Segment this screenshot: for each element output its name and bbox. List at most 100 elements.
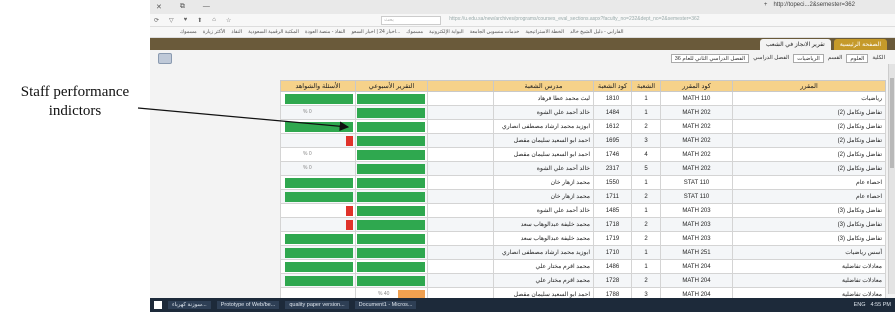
teacher-cell: محمد ازهار خان: [493, 175, 594, 190]
table-row[interactable]: % 0 احمد ابو السعيد سليمان مقصل 1746 4 MATH …: [280, 147, 886, 162]
spacer-cell: [427, 259, 494, 274]
taskbar: سوزنة كهرباء... Prototype of Web/be... qua…: [150, 298, 895, 312]
performance-grid: الأسئلة والشواهد التقرير الأسبوعي مدرس ا…: [280, 80, 886, 302]
col-section[interactable]: الشعبة: [631, 80, 661, 92]
col-section-code[interactable]: كود الشعبة: [593, 80, 632, 92]
weekly-cell: [355, 119, 428, 134]
spacer-cell: [427, 217, 494, 232]
bookmark-item[interactable]: خدمات منسوبي الجامعة: [470, 29, 520, 35]
taskbar-item[interactable]: Document1 - Micros...: [354, 301, 417, 309]
evidence-cell-bar: [285, 262, 353, 272]
table-row[interactable]: % 0 خالد أحمد علي الشوة 1484 1 MATH 202 تفاضل…: [280, 105, 886, 120]
course-code-cell: MATH 251: [660, 245, 733, 260]
window-button[interactable]: ✕: [156, 3, 162, 11]
teacher-cell: احمد ابو السعيد سليمان مقصل: [493, 133, 594, 148]
filter-select[interactable]: العلوم: [846, 53, 869, 63]
filter-select[interactable]: الفصل الدراسي الثاني للعام 36: [670, 53, 750, 63]
window-button[interactable]: ⧉: [180, 3, 185, 11]
teacher-cell: احمد ابو السعيد سليمان مقصل: [493, 147, 594, 162]
section-code-cell: 1550: [593, 175, 632, 190]
bookmark-item[interactable]: الأكثر زيارة: [203, 29, 226, 35]
course-code-cell: MATH 203: [660, 231, 733, 246]
section-cell: 2: [631, 119, 661, 134]
table-row[interactable]: محمد اقرم مختار علي 1486 1 MATH 204 معادلات …: [280, 259, 886, 274]
col-course[interactable]: المقرر: [732, 80, 886, 92]
table-row[interactable]: احمد ابو السعيد سليمان مقصل 1695 3 MATH 202…: [280, 133, 886, 148]
section-cell: 2: [631, 231, 661, 246]
scrollbar-thumb[interactable]: [890, 78, 894, 168]
bookmark-item[interactable]: النفاذ: [231, 29, 242, 35]
teacher-cell: محمد اقرم مختار علي: [493, 259, 594, 274]
weekly-cell: [355, 133, 428, 148]
tab-title[interactable]: http://topeci...2&semester=362: [773, 2, 855, 8]
clock[interactable]: 4:55 PM: [871, 302, 891, 308]
table-row[interactable]: محمد اقرم مختار علي 1728 2 MATH 204 معادلات …: [280, 273, 886, 288]
weekly-cell: [355, 245, 428, 260]
col-evidence[interactable]: الأسئلة والشواهد: [280, 80, 356, 92]
table-row[interactable]: محمد خليفة عبدالوهاب سعد 1719 2 MATH 203 تفا…: [280, 231, 886, 246]
col-weekly[interactable]: التقرير الأسبوعي: [355, 80, 428, 92]
spacer-cell: [427, 119, 494, 134]
nav-icon[interactable]: ⬆: [197, 17, 202, 24]
tab-strip: + http://topeci...2&semester=362: [764, 2, 855, 8]
taskbar-item[interactable]: quality paper version...: [285, 301, 349, 309]
nav-icon[interactable]: ♥: [184, 17, 188, 24]
evidence-cell-bar: [285, 178, 353, 188]
table-row[interactable]: محمد ازهار خان 1711 2 STAT 110 احصاء عام: [280, 189, 886, 204]
course-code-cell: MATH 203: [660, 217, 733, 232]
teacher-cell: ليث محمد عطا فرهاد: [493, 91, 594, 106]
table-row[interactable]: خالد أحمد علي الشوة 1485 1 MATH 203 تفاضل وت…: [280, 203, 886, 218]
evidence-cell: [280, 217, 356, 232]
search-input[interactable]: بحث: [381, 15, 442, 25]
evidence-cell-bar: [285, 234, 353, 244]
spacer-cell: [427, 175, 494, 190]
bookmark-item[interactable]: الفارابي - دليل الشيخ خالد: [570, 29, 623, 35]
section-code-cell: 1485: [593, 203, 632, 218]
windows-start-icon[interactable]: [154, 301, 162, 309]
vertical-scrollbar[interactable]: [888, 64, 895, 294]
table-row[interactable]: % 0 خالد أحمد علي الشوة 2317 5 MATH 202 تفاضل…: [280, 161, 886, 176]
bookmark-item[interactable]: مسموك: [406, 29, 423, 35]
address-bar: ⟳ ▽ ♥ ⬆ ⌂ ☆ بحث https://u.edu.sa/new/archives…: [150, 14, 895, 27]
table-row[interactable]: ليث محمد عطا فرهاد 1810 1 MATH 110 رياضيات: [280, 91, 886, 106]
bookmark-item[interactable]: المكتبة الرقمية السعودية: [248, 29, 299, 35]
bookmark-item[interactable]: مسموك: [180, 29, 197, 35]
section-code-cell: 1484: [593, 105, 632, 120]
nav-icon[interactable]: ⌂: [212, 17, 216, 24]
weekly-cell: [355, 147, 428, 162]
table-row[interactable]: ابوزيد محمد ارشاد مصطفى انصاري 1612 2 MATH …: [280, 119, 886, 134]
col-course-code[interactable]: كود المقرر: [660, 80, 733, 92]
col-teacher[interactable]: مدرس الشعبة: [493, 80, 594, 92]
section-code-cell: 1718: [593, 217, 632, 232]
spacer-cell: [427, 161, 494, 176]
table-row[interactable]: محمد خليفة عبدالوهاب سعد 1718 2 MATH 203 تفا…: [280, 217, 886, 232]
window-button[interactable]: —: [203, 3, 210, 11]
teacher-cell: محمد ازهار خان: [493, 189, 594, 204]
url-input[interactable]: https://u.edu.sa/new/archives/programs/c…: [449, 16, 887, 25]
section-code-cell: 1719: [593, 231, 632, 246]
nav-icon[interactable]: ☆: [226, 17, 231, 24]
filter-select[interactable]: الرياضيات: [793, 53, 824, 63]
section-code-cell: 1711: [593, 189, 632, 204]
course-cell: تفاضل وتكامل (2): [732, 105, 886, 120]
bookmark-item[interactable]: اخبار 24 | اخبار السعو...: [351, 29, 400, 35]
bookmark-item[interactable]: النفاذ - منصة العودة: [305, 29, 346, 35]
weekly-cell: [355, 175, 428, 190]
tab-report[interactable]: تقرير الانجاز في الشعب: [759, 39, 831, 50]
bookmark-item[interactable]: الخطة الاستراتيجية: [525, 29, 564, 35]
bookmark-item[interactable]: البوابة الإلكترونية: [429, 29, 464, 35]
evidence-cell-bar: [346, 136, 353, 146]
nav-icon[interactable]: ⟳: [154, 17, 159, 24]
nav-icon[interactable]: ▽: [169, 17, 174, 24]
tab-home[interactable]: الصفحة الرئيسية: [833, 39, 887, 50]
table-row[interactable]: محمد ازهار خان 1550 1 STAT 110 احصاء عام: [280, 175, 886, 190]
weekly-cell: [355, 189, 428, 204]
table-row[interactable]: ابوزيد محمد ارشاد مصطفى انصاري 1710 1 MATH …: [280, 245, 886, 260]
taskbar-item[interactable]: سوزنة كهرباء...: [168, 301, 211, 309]
course-code-cell: MATH 204: [660, 273, 733, 288]
teacher-cell: ابوزيد محمد ارشاد مصطفى انصاري: [493, 119, 594, 134]
new-tab-button[interactable]: +: [764, 2, 768, 8]
taskbar-item[interactable]: Prototype of Web/be...: [216, 301, 280, 309]
language-indicator[interactable]: ENG: [854, 302, 866, 308]
weekly-cell-bar: [357, 122, 425, 132]
